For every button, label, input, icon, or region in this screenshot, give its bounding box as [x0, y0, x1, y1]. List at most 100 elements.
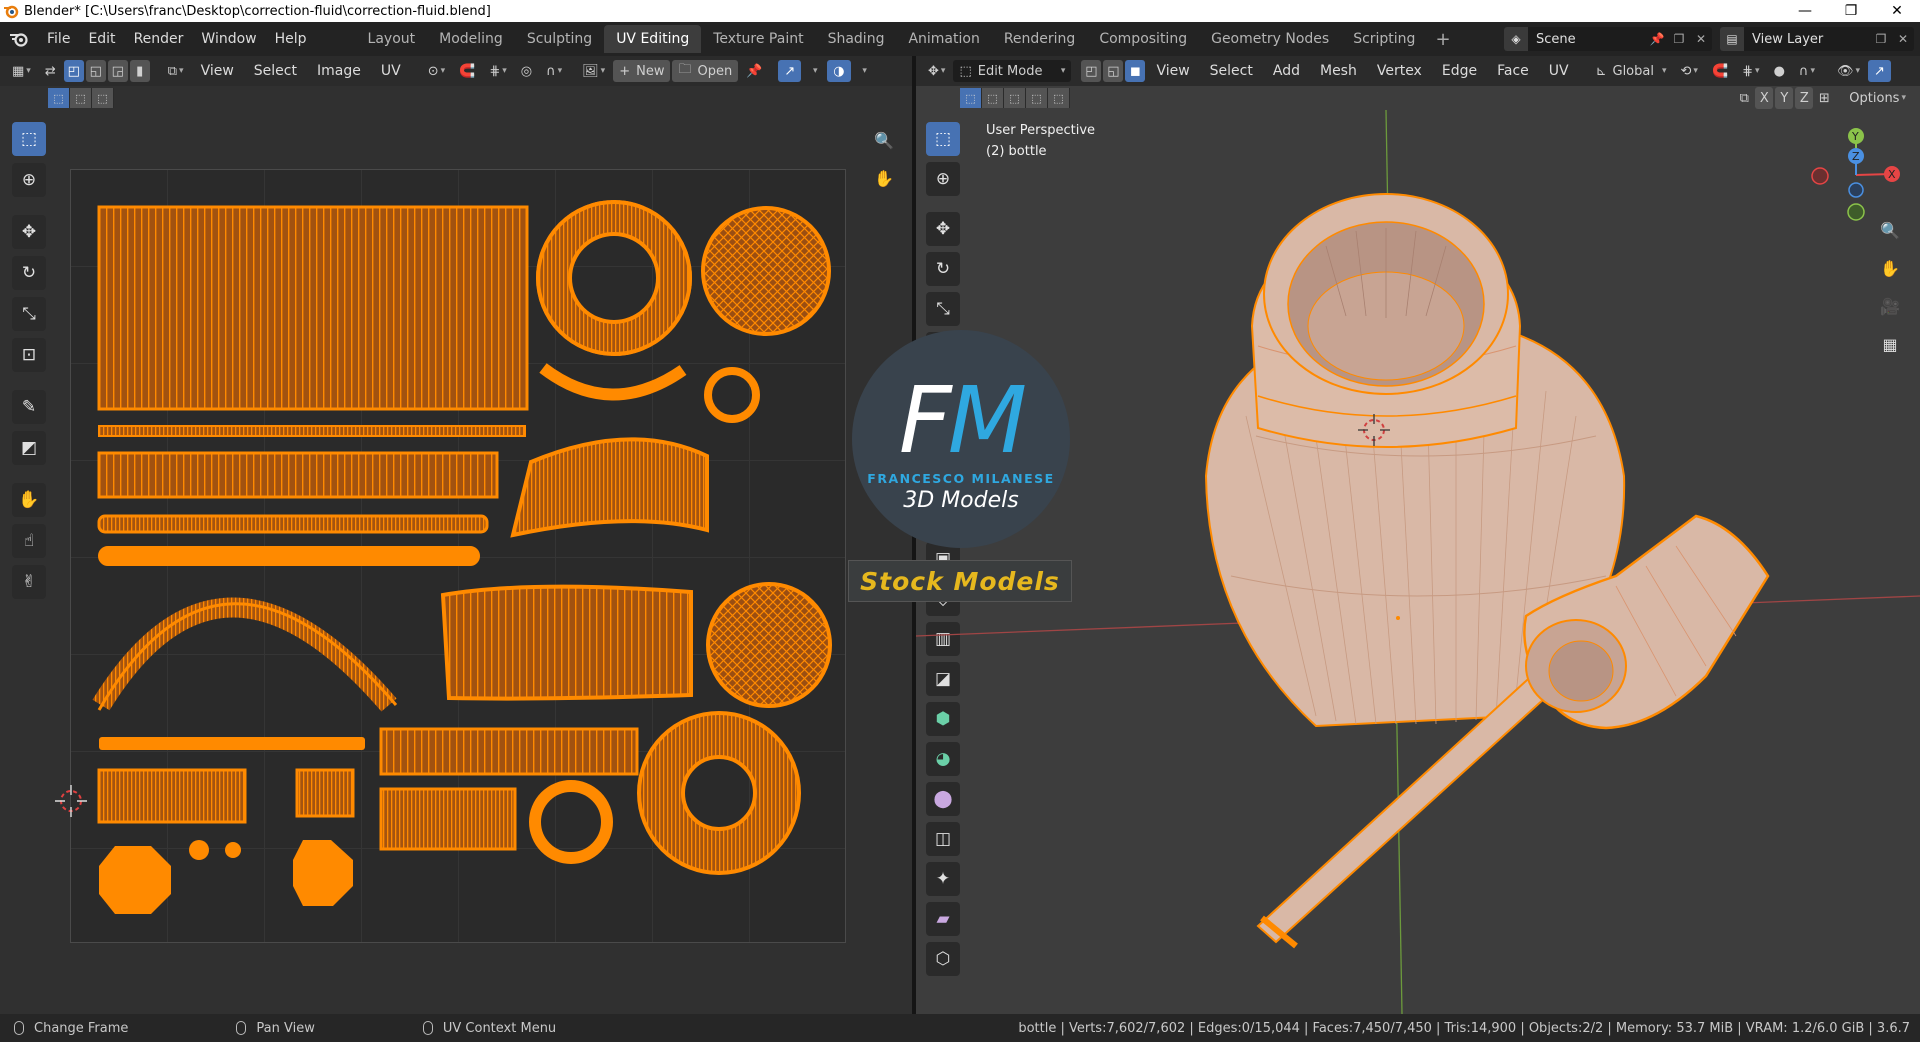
rotate-tool-icon[interactable]: ↻ — [12, 256, 46, 290]
image-browse-icon[interactable]: 🖼 ▾ — [576, 60, 611, 82]
select-box-new-icon[interactable]: ⬚ — [48, 88, 70, 108]
auto-merge-icon[interactable]: ⊞ — [1815, 87, 1833, 109]
edge-select-mode-icon[interactable]: ◱ — [85, 60, 106, 82]
grab-tool-icon[interactable]: ✋ — [12, 483, 46, 517]
pivot-point-icon[interactable]: ⊙ ▾ — [422, 60, 451, 82]
vp-falloff-icon[interactable]: ∩ ▾ — [1793, 60, 1821, 82]
view-layer-selector[interactable]: ▤ View Layer ❐ ✕ — [1720, 27, 1914, 51]
rip-tool-icon[interactable]: ◩ — [12, 431, 46, 465]
snap-icon[interactable]: 🧲 — [453, 60, 481, 82]
menu-help[interactable]: Help — [266, 22, 316, 56]
close-window-button[interactable]: ✕ — [1874, 0, 1920, 22]
proportional-edit-icon[interactable]: ◎ — [515, 60, 538, 82]
vp-select-extend-icon[interactable]: ⬚ — [982, 88, 1004, 108]
annotate-tool-icon[interactable]: ✎ — [12, 390, 46, 424]
vp-select-invert-icon[interactable]: ⬚ — [1026, 88, 1048, 108]
add-workspace-icon[interactable]: + — [1427, 29, 1458, 50]
cursor-tool-icon[interactable]: ⊕ — [12, 163, 46, 197]
view-layer-name[interactable]: View Layer — [1744, 32, 1870, 47]
zoom-icon[interactable]: 🔍 — [870, 126, 898, 154]
uv-menu-uv[interactable]: UV — [372, 63, 410, 79]
vp-menu-mesh[interactable]: Mesh — [1311, 63, 1366, 79]
maximize-button[interactable]: ❐ — [1828, 0, 1874, 22]
transform-tool-icon[interactable]: ⊡ — [12, 338, 46, 372]
vp-proportional-icon[interactable]: ● — [1768, 60, 1791, 82]
pin-image-icon[interactable]: 📌 — [740, 60, 768, 82]
new-scene-icon[interactable]: ❐ — [1668, 27, 1690, 51]
sticky-selection-icon[interactable]: ⧉ ▾ — [162, 60, 190, 82]
tab-compositing[interactable]: Compositing — [1087, 25, 1199, 53]
new-view-layer-icon[interactable]: ❐ — [1870, 27, 1892, 51]
vp-cursor-tool-icon[interactable]: ⊕ — [926, 162, 960, 196]
vp-smooth-tool-icon[interactable]: ⬤ — [926, 782, 960, 816]
menu-file[interactable]: File — [38, 22, 79, 56]
open-image-button[interactable]: 🗀 Open — [672, 60, 739, 82]
overlays-dropdown-icon[interactable]: ▾ — [853, 60, 875, 82]
delete-scene-icon[interactable]: ✕ — [1690, 27, 1712, 51]
tab-layout[interactable]: Layout — [356, 25, 428, 53]
edge-mode-icon[interactable]: ◱ — [1103, 60, 1124, 82]
viewport-editor-type-icon[interactable]: ✥ ▾ — [922, 60, 951, 82]
face-select-mode-icon[interactable]: ◲ — [107, 60, 128, 82]
tab-geometry-nodes[interactable]: Geometry Nodes — [1199, 25, 1341, 53]
tab-rendering[interactable]: Rendering — [992, 25, 1088, 53]
vertex-mode-icon[interactable]: ◰ — [1081, 60, 1102, 82]
tab-scripting[interactable]: Scripting — [1341, 25, 1427, 53]
vp-spin-tool-icon[interactable]: ◕ — [926, 742, 960, 776]
pan-hand-icon[interactable]: ✋ — [870, 164, 898, 192]
vp-select-box-tool-icon[interactable]: ⬚ — [926, 122, 960, 156]
new-image-button[interactable]: + New — [613, 60, 671, 82]
scale-tool-icon[interactable]: ⤡ — [12, 297, 46, 331]
relax-tool-icon[interactable]: ☝ — [12, 524, 46, 558]
uv-sync-selection-icon[interactable]: ⇄ — [39, 60, 62, 82]
scene-selector[interactable]: ◈ Scene 📌 ❐ ✕ — [1504, 27, 1712, 51]
vp-menu-vertex[interactable]: Vertex — [1368, 63, 1431, 79]
island-select-mode-icon[interactable]: ▮ — [129, 60, 150, 82]
gizmo-dropdown-icon[interactable]: ▾ — [803, 60, 825, 82]
camera-view-icon[interactable]: 🎥 — [1876, 292, 1904, 320]
uv-2d-cursor-icon[interactable] — [55, 785, 87, 817]
editor-type-icon[interactable]: ▦ ▾ — [6, 60, 37, 82]
visibility-icon[interactable]: 👁 ▾ — [1831, 60, 1866, 82]
tab-sculpting[interactable]: Sculpting — [515, 25, 604, 53]
scene-name[interactable]: Scene — [1528, 32, 1646, 47]
vp-pan-icon[interactable]: ✋ — [1876, 254, 1904, 282]
delete-view-layer-icon[interactable]: ✕ — [1892, 27, 1914, 51]
options-dropdown[interactable]: Options ▾ — [1843, 87, 1912, 109]
face-mode-icon[interactable]: ◼ — [1125, 60, 1146, 82]
vp-polybuild-tool-icon[interactable]: ⬢ — [926, 702, 960, 736]
vp-shrink-tool-icon[interactable]: ✦ — [926, 862, 960, 896]
vp-shear-tool-icon[interactable]: ▰ — [926, 902, 960, 936]
uv-menu-image[interactable]: Image — [308, 63, 370, 79]
vp-edge-slide-tool-icon[interactable]: ◫ — [926, 822, 960, 856]
minimize-button[interactable]: — — [1782, 0, 1828, 22]
vp-menu-uv[interactable]: UV — [1540, 63, 1578, 79]
uv-menu-select[interactable]: Select — [245, 63, 306, 79]
vp-menu-edge[interactable]: Edge — [1433, 63, 1486, 79]
tab-modeling[interactable]: Modeling — [427, 25, 515, 53]
vp-gizmo-icon[interactable]: ↗ — [1868, 60, 1891, 82]
overlays-toggle-icon[interactable]: ◑ — [827, 60, 851, 82]
ortho-toggle-icon[interactable]: ▦ — [1876, 330, 1904, 358]
transform-orientation-selector[interactable]: ⊾ Global ▾ — [1590, 60, 1673, 82]
vp-rotate-tool-icon[interactable]: ↻ — [926, 252, 960, 286]
vp-move-tool-icon[interactable]: ✥ — [926, 212, 960, 246]
tab-texture-paint[interactable]: Texture Paint — [701, 25, 815, 53]
mirror-z-toggle[interactable]: Z — [1795, 87, 1814, 109]
vp-scale-tool-icon[interactable]: ⤡ — [926, 292, 960, 326]
navigation-gizmo[interactable]: Y X Z — [1796, 120, 1906, 230]
vp-loopcut-tool-icon[interactable]: ▥ — [926, 622, 960, 656]
vp-knife-tool-icon[interactable]: ◪ — [926, 662, 960, 696]
mode-selector[interactable]: ⬚ Edit Mode ▾ — [953, 60, 1072, 82]
mirror-icon[interactable]: ⧉ — [1735, 87, 1753, 109]
menu-edit[interactable]: Edit — [79, 22, 124, 56]
vp-menu-face[interactable]: Face — [1488, 63, 1538, 79]
move-tool-icon[interactable]: ✥ — [12, 215, 46, 249]
vp-snap-icon[interactable]: 🧲 — [1706, 60, 1734, 82]
blender-menu-icon[interactable] — [0, 22, 38, 56]
mirror-x-toggle[interactable]: X — [1755, 87, 1774, 109]
snap-target-icon[interactable]: ⋕ ▾ — [483, 60, 512, 82]
pinch-tool-icon[interactable]: ✌ — [12, 565, 46, 599]
vp-snap-target-icon[interactable]: ⋕ ▾ — [1736, 60, 1765, 82]
vp-select-intersect-icon[interactable]: ⬚ — [1048, 88, 1070, 108]
